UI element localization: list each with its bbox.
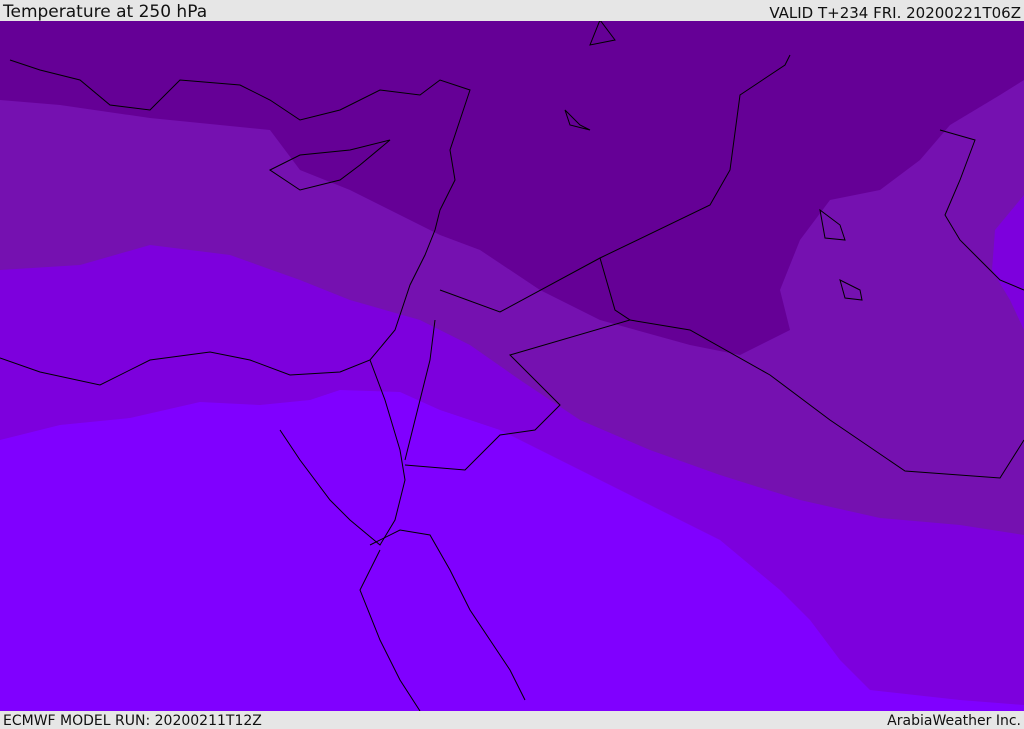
temperature-map [0, 21, 1024, 711]
model-run: ECMWF MODEL RUN: 20200211T12Z [3, 713, 262, 729]
footer-bar: ECMWF MODEL RUN: 20200211T12Z ArabiaWeat… [0, 711, 1024, 729]
brand-label: ArabiaWeather Inc. [887, 713, 1021, 729]
valid-time: VALID T+234 FRI. 20200221T06Z [769, 4, 1021, 22]
header-bar: Temperature at 250 hPa VALID T+234 FRI. … [0, 0, 1024, 21]
map-title: Temperature at 250 hPa [3, 2, 208, 22]
